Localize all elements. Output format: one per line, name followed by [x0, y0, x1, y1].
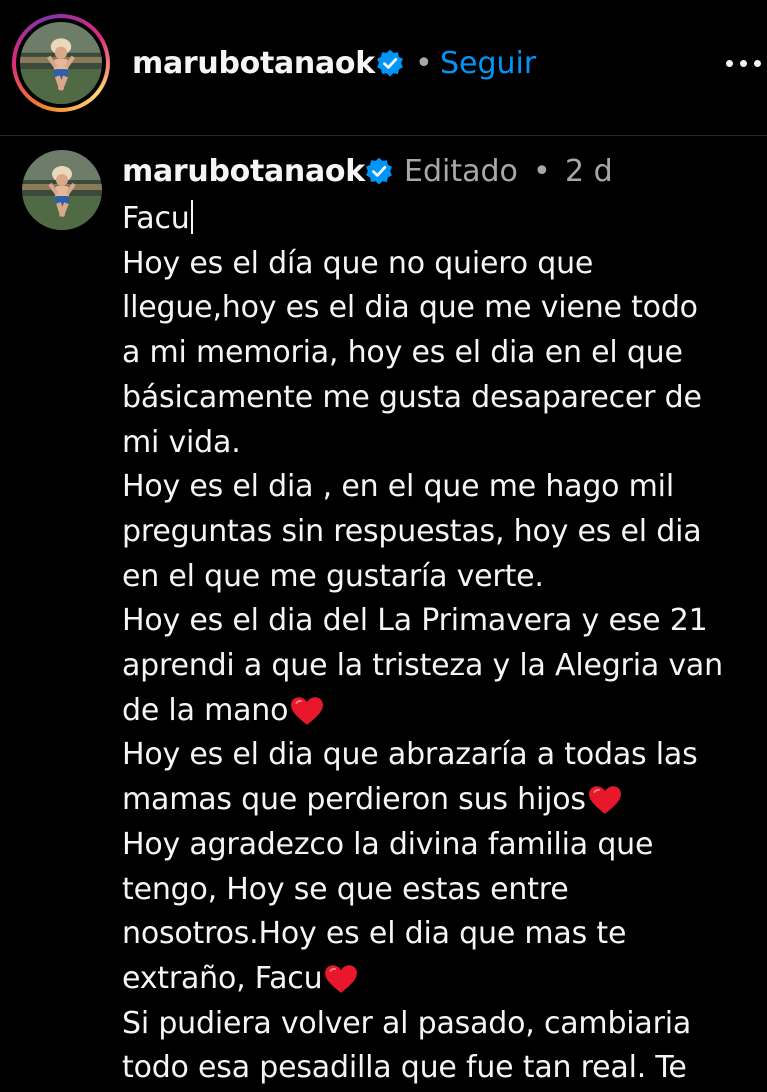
caption-line: mamas que perdieron sus hijos: [122, 778, 762, 823]
caption-line: Facu: [122, 197, 762, 242]
post-timestamp[interactable]: 2 d: [565, 152, 613, 192]
header-username[interactable]: marubotanaok: [132, 44, 375, 84]
caption-line: de la mano: [122, 689, 762, 734]
caption-line: Hoy es el día que no quiero que: [122, 245, 594, 281]
caption-line: básicamente me gusta desaparecer de: [122, 379, 702, 415]
caption-line: Hoy es el dia del La Primavera y ese 21: [122, 603, 708, 639]
caption-line: preguntas sin respuestas, hoy es el dia: [122, 513, 702, 549]
caption-line: llegue,hoy es el dia que me viene todo: [122, 290, 698, 326]
caption-line: aprendi a que la tristeza y la Alegria v…: [122, 648, 723, 684]
profile-photo-icon[interactable]: [20, 22, 102, 104]
edited-label: Editado: [404, 154, 518, 189]
more-options-icon[interactable]: [722, 48, 766, 80]
caption-username[interactable]: marubotanaok: [122, 152, 365, 192]
caption-line: todo esa pesadilla que fue tan real. Te: [122, 1050, 687, 1086]
red-heart-icon: [588, 786, 621, 814]
caption-line: Hoy es el dia que abrazaría a todas las: [122, 737, 698, 773]
caption-line: en el que me gustaría verte.: [122, 558, 544, 594]
text-cursor: [190, 200, 193, 234]
caption-line: tengo, Hoy se que estas entre: [122, 871, 569, 907]
caption-text: Facu Hoy es el día que no quiero que lle…: [122, 197, 762, 1091]
caption-line: Hoy es el dia , en el que me hago mil: [122, 469, 674, 505]
post-header: marubotanaok • Seguir: [0, 0, 767, 136]
profile-photo-icon[interactable]: [22, 150, 102, 230]
caption-line: Hoy agradezco la divina familia que: [122, 826, 654, 862]
caption-line: mi vida.: [122, 424, 241, 460]
caption-separator: •: [533, 154, 551, 189]
verified-badge-icon: [377, 49, 403, 77]
follow-button[interactable]: Seguir: [440, 44, 536, 84]
verified-badge-icon: [366, 157, 392, 185]
red-heart-icon: [325, 965, 358, 993]
red-heart-icon: [291, 696, 324, 725]
caption-line: nosotros.Hoy es el dia que mas te: [122, 916, 627, 952]
caption-line: extraño, Facu: [122, 957, 762, 1002]
header-separator: •: [415, 46, 433, 81]
caption-line: a mi memoria, hoy es el dia en el que: [122, 335, 683, 371]
caption-line: Si pudiera volver al pasado, cambiaria: [122, 1005, 692, 1041]
